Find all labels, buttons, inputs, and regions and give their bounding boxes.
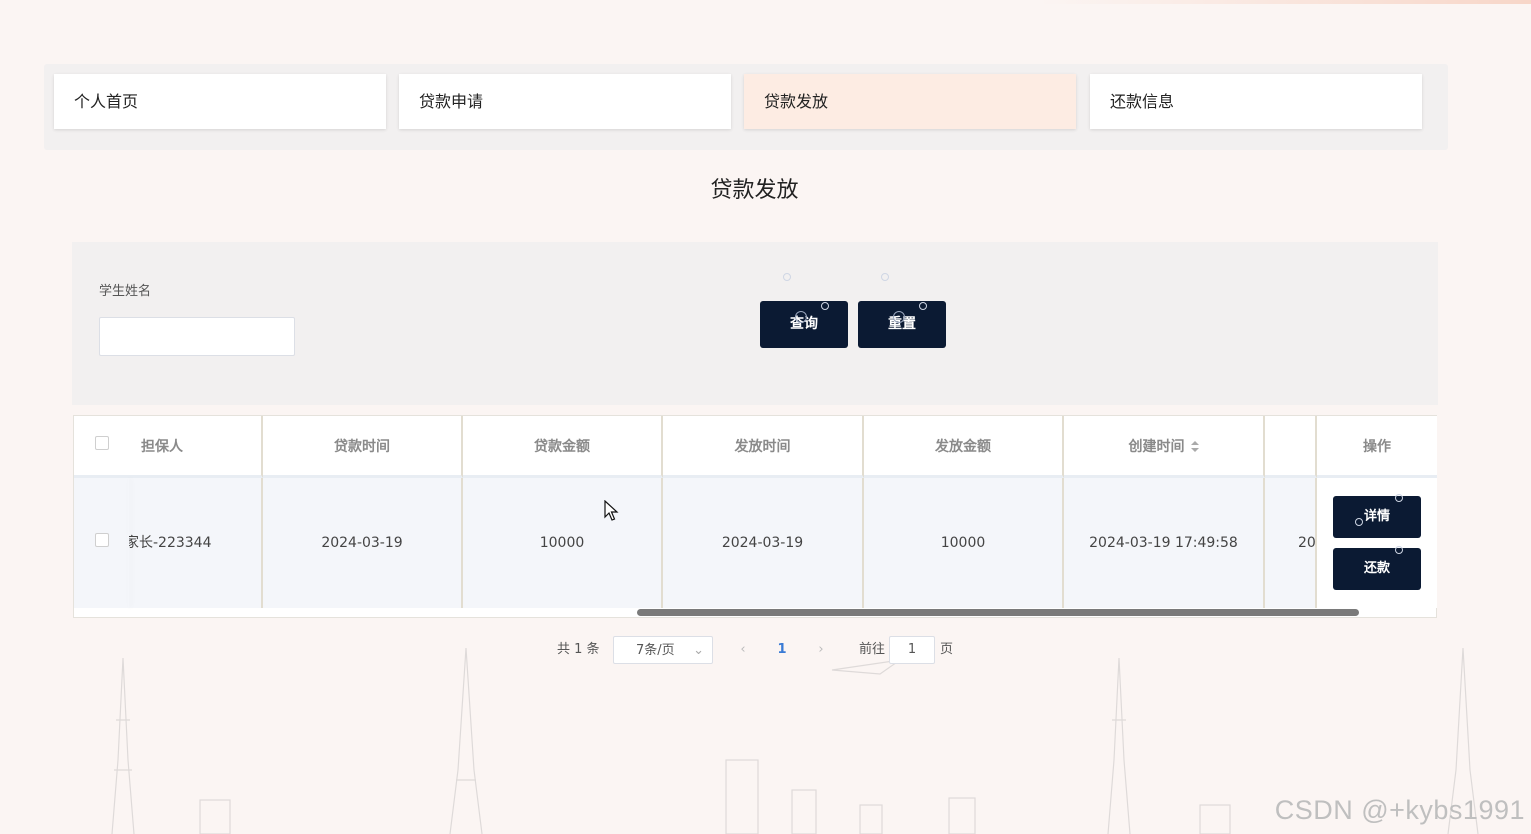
header-created-time-label: 创建时间 [1128, 439, 1185, 455]
watermark-text: CSDN @+kybs1991 [1274, 795, 1525, 825]
loan-table: 担保人 贷款时间 贷款金额 发放时间 发放金额 创建时间 操作 家长-22334… [73, 415, 1437, 618]
goto-page-input[interactable]: 1 [889, 636, 935, 664]
page-suffix: 页 [940, 642, 954, 657]
student-name-input[interactable] [99, 317, 295, 356]
cell-issue-amount: 10000 [864, 478, 1064, 608]
top-accent-bar [1040, 0, 1531, 4]
header-loan-time[interactable]: 贷款时间 [263, 416, 463, 478]
pagination: 共 1 条 7条/页 ⌄ ‹ 1 › 前往 1 页 [0, 636, 1531, 664]
bubble-decoration [919, 302, 927, 310]
cell-created-time: 2024-03-19 17:49:58 [1064, 478, 1265, 608]
header-guarantor[interactable]: 担保人 [129, 416, 263, 478]
search-panel: 学生姓名 查询 重置 [72, 242, 1438, 405]
detail-button[interactable]: 详情 [1333, 494, 1421, 538]
mouse-cursor-icon [604, 500, 619, 521]
bubble-decoration [821, 302, 829, 310]
cell-issue-time: 2024-03-19 [663, 478, 864, 608]
fixed-column-shadow [128, 478, 129, 608]
prev-page-icon[interactable]: ‹ [736, 636, 750, 664]
detail-button-label: 详情 [1363, 509, 1390, 524]
next-page-icon[interactable]: › [814, 636, 828, 664]
top-nav: 个人首页 贷款申请 贷款发放 还款信息 [44, 64, 1448, 150]
nav-item-loan-issue[interactable]: 贷款发放 [744, 74, 1076, 129]
nav-item-repayment-info[interactable]: 还款信息 [1090, 74, 1422, 129]
query-button[interactable]: 查询 [760, 273, 848, 348]
repay-button-label: 还款 [1363, 561, 1390, 576]
bubble-decoration [783, 273, 791, 281]
reset-button[interactable]: 重置 [858, 273, 946, 348]
header-hidden-column [1265, 416, 1317, 478]
page-number-current[interactable]: 1 [770, 636, 794, 664]
horizontal-scrollbar[interactable] [637, 609, 1359, 616]
bubble-decoration [881, 273, 889, 281]
header-issue-amount[interactable]: 发放金额 [864, 416, 1064, 478]
header-created-time[interactable]: 创建时间 [1064, 416, 1265, 478]
goto-label: 前往 [859, 642, 886, 657]
student-name-label: 学生姓名 [99, 284, 152, 299]
header-actions: 操作 [1317, 416, 1437, 478]
bubble-decoration [1395, 494, 1403, 502]
sort-icon[interactable] [1190, 441, 1199, 453]
header-select-all-cell [74, 416, 129, 478]
chevron-down-icon: ⌄ [693, 643, 704, 658]
page-size-value: 7条/页 [636, 643, 675, 658]
nav-item-loan-apply[interactable]: 贷款申请 [399, 74, 731, 129]
bubble-decoration [893, 311, 905, 323]
guarantor-text: 家长-223344 [129, 535, 212, 551]
repay-button[interactable]: 还款 [1333, 546, 1421, 590]
cell-actions: 详情 还款 [1317, 478, 1437, 608]
row-checkbox[interactable] [95, 533, 109, 547]
bubble-decoration [1395, 546, 1403, 554]
page-title: 贷款发放 [710, 178, 799, 203]
bubble-decoration [795, 311, 807, 323]
select-all-checkbox[interactable] [95, 436, 109, 450]
cell-loan-amount: 10000 [463, 478, 663, 608]
header-issue-time[interactable]: 发放时间 [663, 416, 864, 478]
page-size-select[interactable]: 7条/页 ⌄ [613, 636, 713, 664]
nav-item-home[interactable]: 个人首页 [54, 74, 386, 129]
total-count: 共 1 条 [557, 642, 600, 657]
cell-guarantor: 家长-223344 [129, 478, 263, 608]
header-loan-amount[interactable]: 贷款金额 [463, 416, 663, 478]
row-select-cell [74, 478, 129, 608]
bubble-decoration [1355, 518, 1363, 526]
cell-loan-time: 2024-03-19 [263, 478, 463, 608]
cell-partial-column: 202 [1265, 478, 1317, 608]
